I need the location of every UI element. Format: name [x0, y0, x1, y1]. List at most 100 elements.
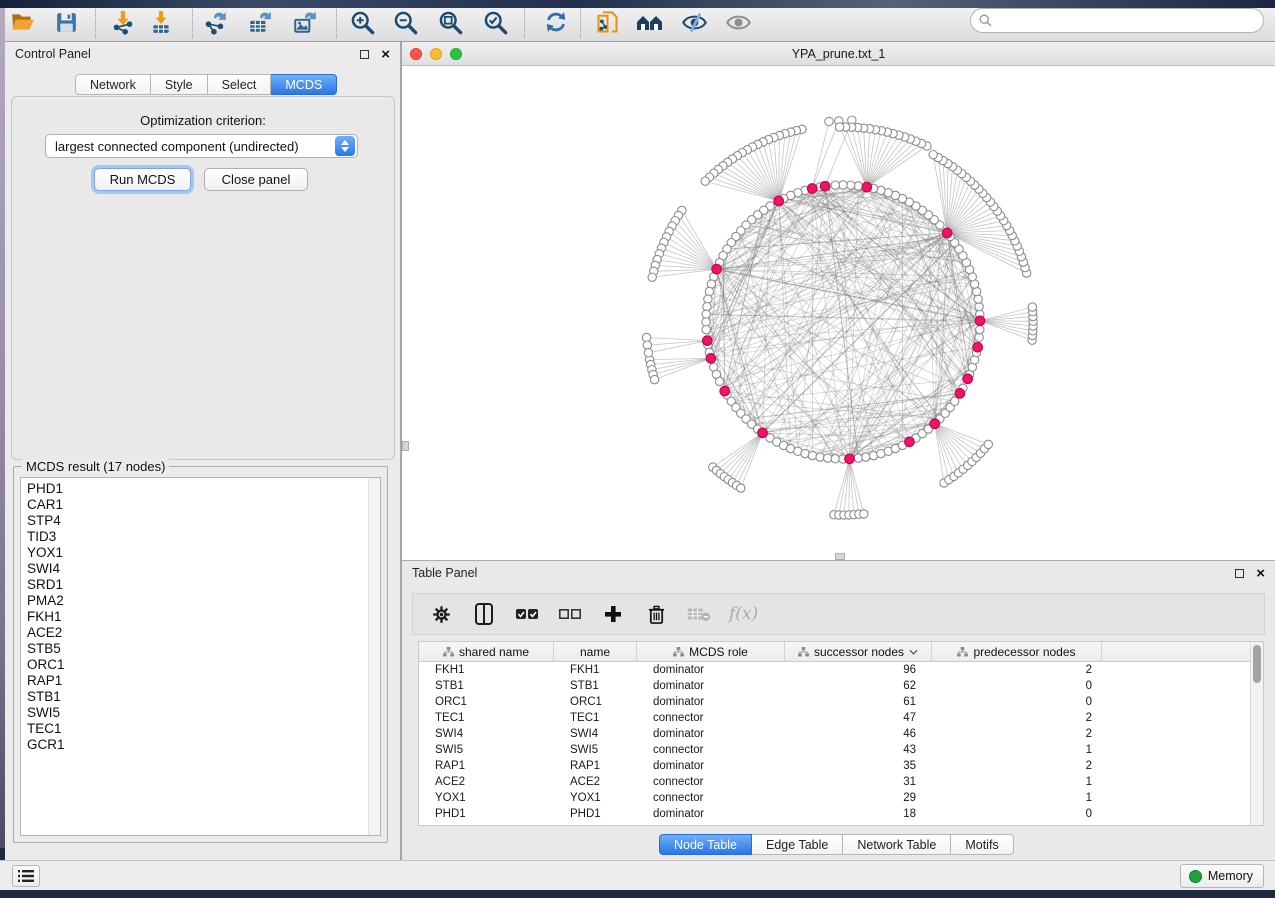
ring-node[interactable] [715, 377, 723, 385]
column-header-shared-name[interactable]: shared name [419, 642, 554, 661]
mcds-hub-node[interactable] [905, 437, 915, 447]
ring-node[interactable] [975, 303, 983, 311]
mcds-hub-node[interactable] [758, 428, 768, 438]
list-item[interactable]: STB5 [27, 641, 362, 657]
tab-motifs[interactable]: Motifs [951, 834, 1013, 855]
tab-node-table[interactable]: Node Table [659, 834, 752, 855]
ring-node[interactable] [831, 455, 839, 463]
list-item[interactable]: RAP1 [27, 673, 362, 689]
list-item[interactable]: PMA2 [27, 593, 362, 609]
list-item[interactable]: SRD1 [27, 577, 362, 593]
import-table-icon[interactable] [146, 7, 176, 37]
list-item[interactable]: GCR1 [27, 737, 362, 753]
scrollbar-thumb[interactable] [1253, 645, 1261, 683]
network-canvas[interactable] [402, 66, 1275, 560]
clone-network-icon[interactable] [592, 7, 622, 37]
ring-node[interactable] [808, 451, 816, 459]
leaf-node[interactable] [984, 440, 992, 448]
mcds-hub-node[interactable] [963, 374, 973, 384]
network-window-titlebar[interactable]: YPA_prune.txt_1 [402, 42, 1275, 66]
add-column-icon[interactable] [600, 601, 626, 627]
table-row[interactable]: SWI4SWI4dominator462 [419, 726, 1250, 742]
list-item[interactable]: SWI4 [27, 561, 362, 577]
first-neighbors-icon[interactable] [635, 7, 665, 37]
column-header-predecessor-nodes[interactable]: predecessor nodes [932, 642, 1102, 661]
ring-node[interactable] [862, 453, 870, 461]
table-row[interactable]: SWI5SWI5connector431 [419, 742, 1250, 758]
leaf-node[interactable] [929, 151, 937, 159]
leaf-node[interactable] [643, 341, 651, 349]
table-settings-gear-icon[interactable] [428, 601, 454, 627]
float-panel-icon[interactable] [360, 50, 369, 59]
leaf-node[interactable] [860, 510, 868, 518]
criterion-dropdown[interactable]: largest connected component (undirected) [45, 134, 358, 158]
list-item[interactable]: SWI5 [27, 705, 362, 721]
leaf-node[interactable] [1028, 303, 1036, 311]
table-row[interactable]: RAP1RAP1dominator352 [419, 758, 1250, 774]
leaf-node[interactable] [835, 123, 843, 131]
mcds-hub-node[interactable] [706, 354, 716, 364]
export-table-icon[interactable] [245, 7, 275, 37]
delete-column-icon[interactable] [643, 601, 669, 627]
zoom-fit-icon[interactable] [435, 7, 465, 37]
deselect-all-icon[interactable] [557, 601, 583, 627]
list-item[interactable]: CAR1 [27, 497, 362, 513]
open-file-icon[interactable] [8, 7, 38, 37]
list-item[interactable]: YOX1 [27, 545, 362, 561]
vertical-splitter-handle[interactable] [402, 441, 409, 451]
select-all-icon[interactable] [514, 601, 540, 627]
mcds-hub-node[interactable] [720, 386, 730, 396]
table-row[interactable]: YOX1YOX1connector291 [419, 790, 1250, 806]
mcds-hub-node[interactable] [862, 182, 872, 192]
tab-network[interactable]: Network [75, 74, 151, 95]
network-graph[interactable] [402, 66, 1275, 560]
export-image-icon[interactable] [290, 7, 320, 37]
tab-mcds[interactable]: MCDS [271, 74, 337, 95]
show-all-icon[interactable] [723, 7, 753, 37]
list-item[interactable]: STP4 [27, 513, 362, 529]
table-row[interactable]: FKH1FKH1dominator962 [419, 662, 1250, 678]
refresh-icon[interactable] [541, 7, 571, 37]
ring-node[interactable] [702, 310, 710, 318]
mcds-hub-node[interactable] [942, 228, 952, 238]
column-header-mcds-role[interactable]: MCDS role [637, 642, 785, 661]
float-panel-icon[interactable] [1235, 569, 1244, 578]
column-header-successor-nodes[interactable]: successor nodes [785, 642, 932, 661]
ring-node[interactable] [854, 454, 862, 462]
table-scrollbar[interactable] [1250, 642, 1263, 825]
show-columns-icon[interactable] [471, 601, 497, 627]
result-list-scrollbar[interactable] [368, 478, 380, 835]
close-panel-button[interactable]: Close panel [204, 168, 308, 191]
zoom-selected-icon[interactable] [480, 7, 510, 37]
tab-edge-table[interactable]: Edge Table [752, 834, 843, 855]
list-item[interactable]: TID3 [27, 529, 362, 545]
mcds-hub-node[interactable] [973, 342, 983, 352]
mcds-hub-node[interactable] [820, 181, 830, 191]
zoom-out-icon[interactable] [390, 7, 420, 37]
mcds-hub-node[interactable] [930, 419, 940, 429]
leaf-node[interactable] [648, 273, 656, 281]
table-row[interactable]: ACE2ACE2connector311 [419, 774, 1250, 790]
run-mcds-button[interactable]: Run MCDS [94, 168, 191, 191]
zoom-in-icon[interactable] [347, 7, 377, 37]
ring-node[interactable] [704, 295, 712, 303]
leaf-node[interactable] [650, 375, 658, 383]
table-row[interactable]: STB1STB1dominator620 [419, 678, 1250, 694]
ring-node[interactable] [702, 326, 710, 334]
list-item[interactable]: FKH1 [27, 609, 362, 625]
ring-node[interactable] [816, 453, 824, 461]
ring-node[interactable] [702, 318, 710, 326]
task-history-button[interactable] [12, 865, 40, 887]
list-item[interactable]: STB1 [27, 689, 362, 705]
ring-node[interactable] [839, 181, 847, 189]
ring-node[interactable] [976, 326, 984, 334]
tab-network-table[interactable]: Network Table [843, 834, 951, 855]
mcds-hub-node[interactable] [845, 454, 855, 464]
list-item[interactable]: ORC1 [27, 657, 362, 673]
tab-style[interactable]: Style [151, 74, 208, 95]
close-panel-icon[interactable]: × [381, 50, 390, 59]
list-item[interactable]: ACE2 [27, 625, 362, 641]
hide-selected-icon[interactable] [679, 7, 709, 37]
import-network-icon[interactable] [108, 7, 138, 37]
mcds-hub-node[interactable] [703, 336, 713, 346]
